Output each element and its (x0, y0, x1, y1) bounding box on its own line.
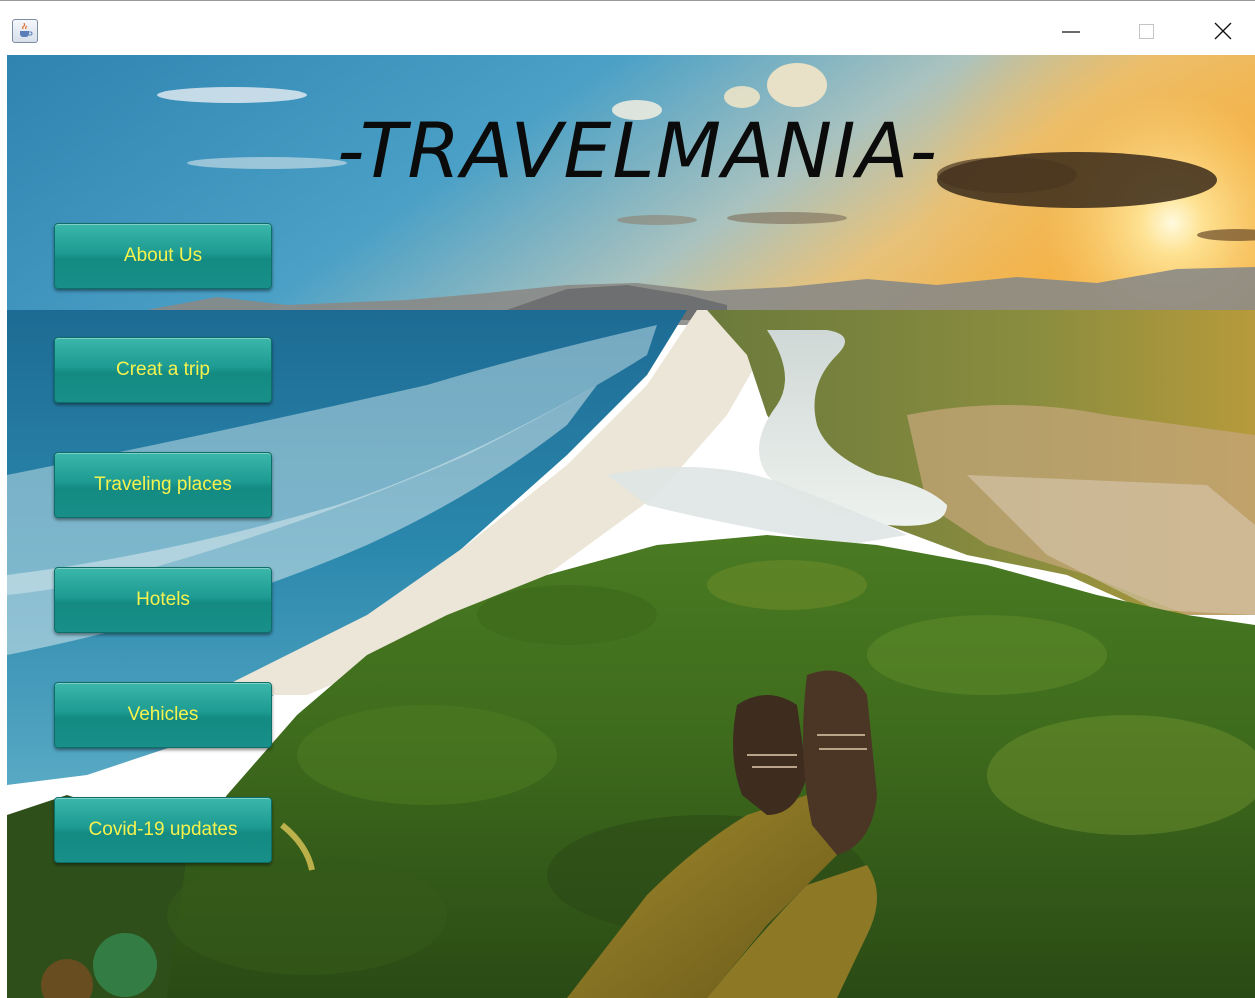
about-us-button[interactable]: About Us (54, 223, 272, 289)
java-cup-icon[interactable] (12, 19, 38, 43)
hotels-button[interactable]: Hotels (54, 567, 272, 633)
vehicles-button[interactable]: Vehicles (54, 682, 272, 748)
close-button[interactable] (1200, 15, 1246, 47)
minimize-icon (1062, 31, 1080, 33)
close-icon (1214, 22, 1232, 40)
window-title-bar (0, 0, 1255, 55)
maximize-icon (1139, 24, 1154, 39)
main-panel: -TRAVELMANIA- About Us Creat a trip Trav… (7, 55, 1255, 998)
app-title: -TRAVELMANIA- (337, 106, 938, 195)
covid-updates-button[interactable]: Covid-19 updates (54, 797, 272, 863)
traveling-places-button[interactable]: Traveling places (54, 452, 272, 518)
minimize-button[interactable] (1048, 15, 1094, 47)
create-trip-button[interactable]: Creat a trip (54, 337, 272, 403)
maximize-button[interactable] (1124, 15, 1170, 47)
